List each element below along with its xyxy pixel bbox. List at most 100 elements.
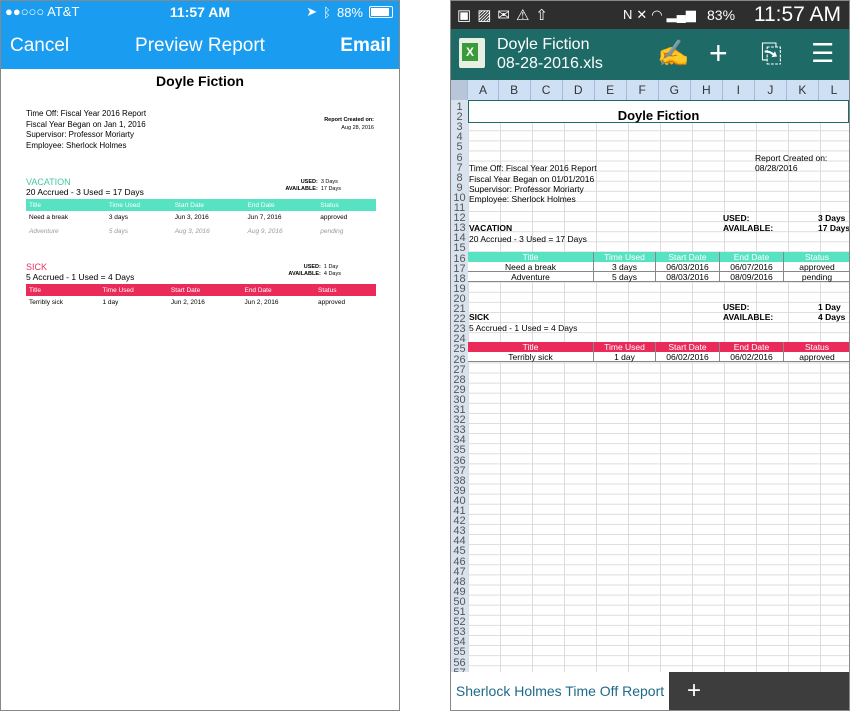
sick-used-label[interactable]: USED: <box>723 302 749 312</box>
row-number[interactable]: 45 <box>451 546 468 556</box>
col-header[interactable]: End Date <box>720 342 784 352</box>
column-header[interactable]: I <box>721 80 754 100</box>
row-number[interactable]: 14 <box>451 233 468 243</box>
col-header[interactable]: Start Date <box>656 342 720 352</box>
row-number[interactable]: 16 <box>451 254 468 264</box>
row-number[interactable]: 24 <box>451 334 468 344</box>
vac-summary-cell[interactable]: 20 Accrued - 3 Used = 17 Days <box>469 234 587 244</box>
column-header[interactable]: H <box>689 80 722 100</box>
row-number[interactable]: 38 <box>451 476 468 486</box>
row-number[interactable]: 25 <box>451 344 468 354</box>
table-cell[interactable]: pending <box>784 272 849 282</box>
row-number[interactable]: 41 <box>451 506 468 516</box>
row-number[interactable]: 23 <box>451 324 468 334</box>
row-number[interactable]: 2 <box>451 112 468 122</box>
menu-icon[interactable]: ☰ <box>811 39 834 67</box>
row-number[interactable]: 21 <box>451 304 468 314</box>
row-number[interactable]: 32 <box>451 415 468 425</box>
row-number[interactable]: 34 <box>451 435 468 445</box>
column-header[interactable]: A <box>467 80 497 100</box>
row-number[interactable]: 22 <box>451 314 468 324</box>
info-cell[interactable]: Time Off: Fiscal Year 2016 Report <box>469 163 597 173</box>
sick-summary-cell[interactable]: 5 Accrued - 1 Used = 4 Days <box>469 323 577 333</box>
created-date-cell[interactable]: 08/28/2016 <box>755 163 798 173</box>
info-cell[interactable]: Supervisor: Professor Moriarty <box>469 184 584 194</box>
row-number[interactable]: 42 <box>451 516 468 526</box>
table-cell[interactable]: Need a break <box>468 262 594 272</box>
row-number[interactable]: 27 <box>451 365 468 375</box>
row-number[interactable]: 29 <box>451 385 468 395</box>
row-number[interactable]: 40 <box>451 496 468 506</box>
table-cell[interactable]: 08/09/2016 <box>720 272 784 282</box>
row-number[interactable]: 13 <box>451 223 468 233</box>
table-cell[interactable]: 1 day <box>594 352 656 362</box>
column-header[interactable]: L <box>817 80 849 100</box>
row-number[interactable]: 28 <box>451 375 468 385</box>
sick-name-cell[interactable]: SICK <box>469 312 489 322</box>
email-button[interactable]: Email <box>340 35 391 57</box>
vac-available-label[interactable]: AVAILABLE: <box>723 223 773 233</box>
table-cell[interactable]: 06/02/2016 <box>656 352 720 362</box>
row-number[interactable]: 39 <box>451 486 468 496</box>
table-cell[interactable]: 06/02/2016 <box>720 352 784 362</box>
edit-pen-icon[interactable]: ✍ <box>657 39 689 67</box>
table-cell[interactable]: Terribly sick <box>468 352 594 362</box>
row-number[interactable]: 48 <box>451 577 468 587</box>
column-header[interactable]: J <box>753 80 786 100</box>
row-number[interactable]: 30 <box>451 395 468 405</box>
column-header[interactable]: D <box>561 80 594 100</box>
table-cell[interactable]: Adventure <box>468 272 594 282</box>
sick-available-label[interactable]: AVAILABLE: <box>723 312 773 322</box>
vac-used-label[interactable]: USED: <box>723 213 749 223</box>
row-number[interactable]: 53 <box>451 627 468 637</box>
row-number[interactable]: 33 <box>451 425 468 435</box>
info-cell[interactable]: Employee: Sherlock Holmes <box>469 194 576 204</box>
column-header[interactable]: B <box>497 80 530 100</box>
select-all-corner[interactable] <box>451 80 468 100</box>
table-cell[interactable]: 5 days <box>594 272 656 282</box>
sheet-title-cell[interactable]: Doyle Fiction <box>468 100 849 123</box>
add-icon[interactable]: + <box>709 37 728 69</box>
table-cell[interactable]: 06/03/2016 <box>656 262 720 272</box>
row-number[interactable]: 50 <box>451 597 468 607</box>
col-header[interactable]: End Date <box>720 252 784 262</box>
spreadsheet[interactable]: A B C D E F G H I J K L 1 2 3 4 5 6 7 8 9 10 11 12 1… <box>451 80 849 672</box>
column-header[interactable]: G <box>657 80 690 100</box>
row-number[interactable]: 12 <box>451 213 468 223</box>
row-number[interactable]: 3 <box>451 122 468 132</box>
row-number[interactable]: 26 <box>451 355 468 365</box>
sheet-tab[interactable]: Sherlock Holmes Time Off Report <box>451 672 669 710</box>
column-header[interactable]: F <box>625 80 658 100</box>
col-header[interactable]: Time Used <box>594 342 656 352</box>
row-number[interactable]: 37 <box>451 466 468 476</box>
col-header[interactable]: Start Date <box>656 252 720 262</box>
row-number[interactable]: 36 <box>451 456 468 466</box>
row-number[interactable]: 56 <box>451 658 468 668</box>
col-header[interactable]: Title <box>468 252 594 262</box>
row-number[interactable]: 1 <box>451 102 468 112</box>
row-number[interactable]: 9 <box>451 183 468 193</box>
vac-used-value[interactable]: 3 Days <box>818 213 845 223</box>
row-number[interactable]: 46 <box>451 557 468 567</box>
column-header[interactable]: K <box>785 80 818 100</box>
row-number[interactable]: 35 <box>451 445 468 455</box>
row-number[interactable]: 47 <box>451 567 468 577</box>
row-number[interactable]: 19 <box>451 284 468 294</box>
col-header[interactable]: Time Used <box>594 252 656 262</box>
row-number[interactable]: 4 <box>451 132 468 142</box>
table-cell[interactable]: 08/03/2016 <box>656 272 720 282</box>
row-number[interactable]: 11 <box>451 203 468 213</box>
info-cell[interactable]: Fiscal Year Began on 01/01/2016 <box>469 174 594 184</box>
row-number[interactable]: 49 <box>451 587 468 597</box>
row-number[interactable]: 6 <box>451 153 468 163</box>
row-number[interactable]: 44 <box>451 536 468 546</box>
table-cell[interactable]: approved <box>784 352 849 362</box>
table-cell[interactable]: 06/07/2016 <box>720 262 784 272</box>
table-cell[interactable]: approved <box>784 262 849 272</box>
row-number[interactable]: 52 <box>451 617 468 627</box>
add-sheet-button[interactable]: + <box>687 677 701 705</box>
sick-available-value[interactable]: 4 Days <box>818 312 845 322</box>
row-number[interactable]: 43 <box>451 526 468 536</box>
vac-name-cell[interactable]: VACATION <box>469 223 512 233</box>
search-document-icon[interactable]: ⎘ <box>761 39 782 67</box>
